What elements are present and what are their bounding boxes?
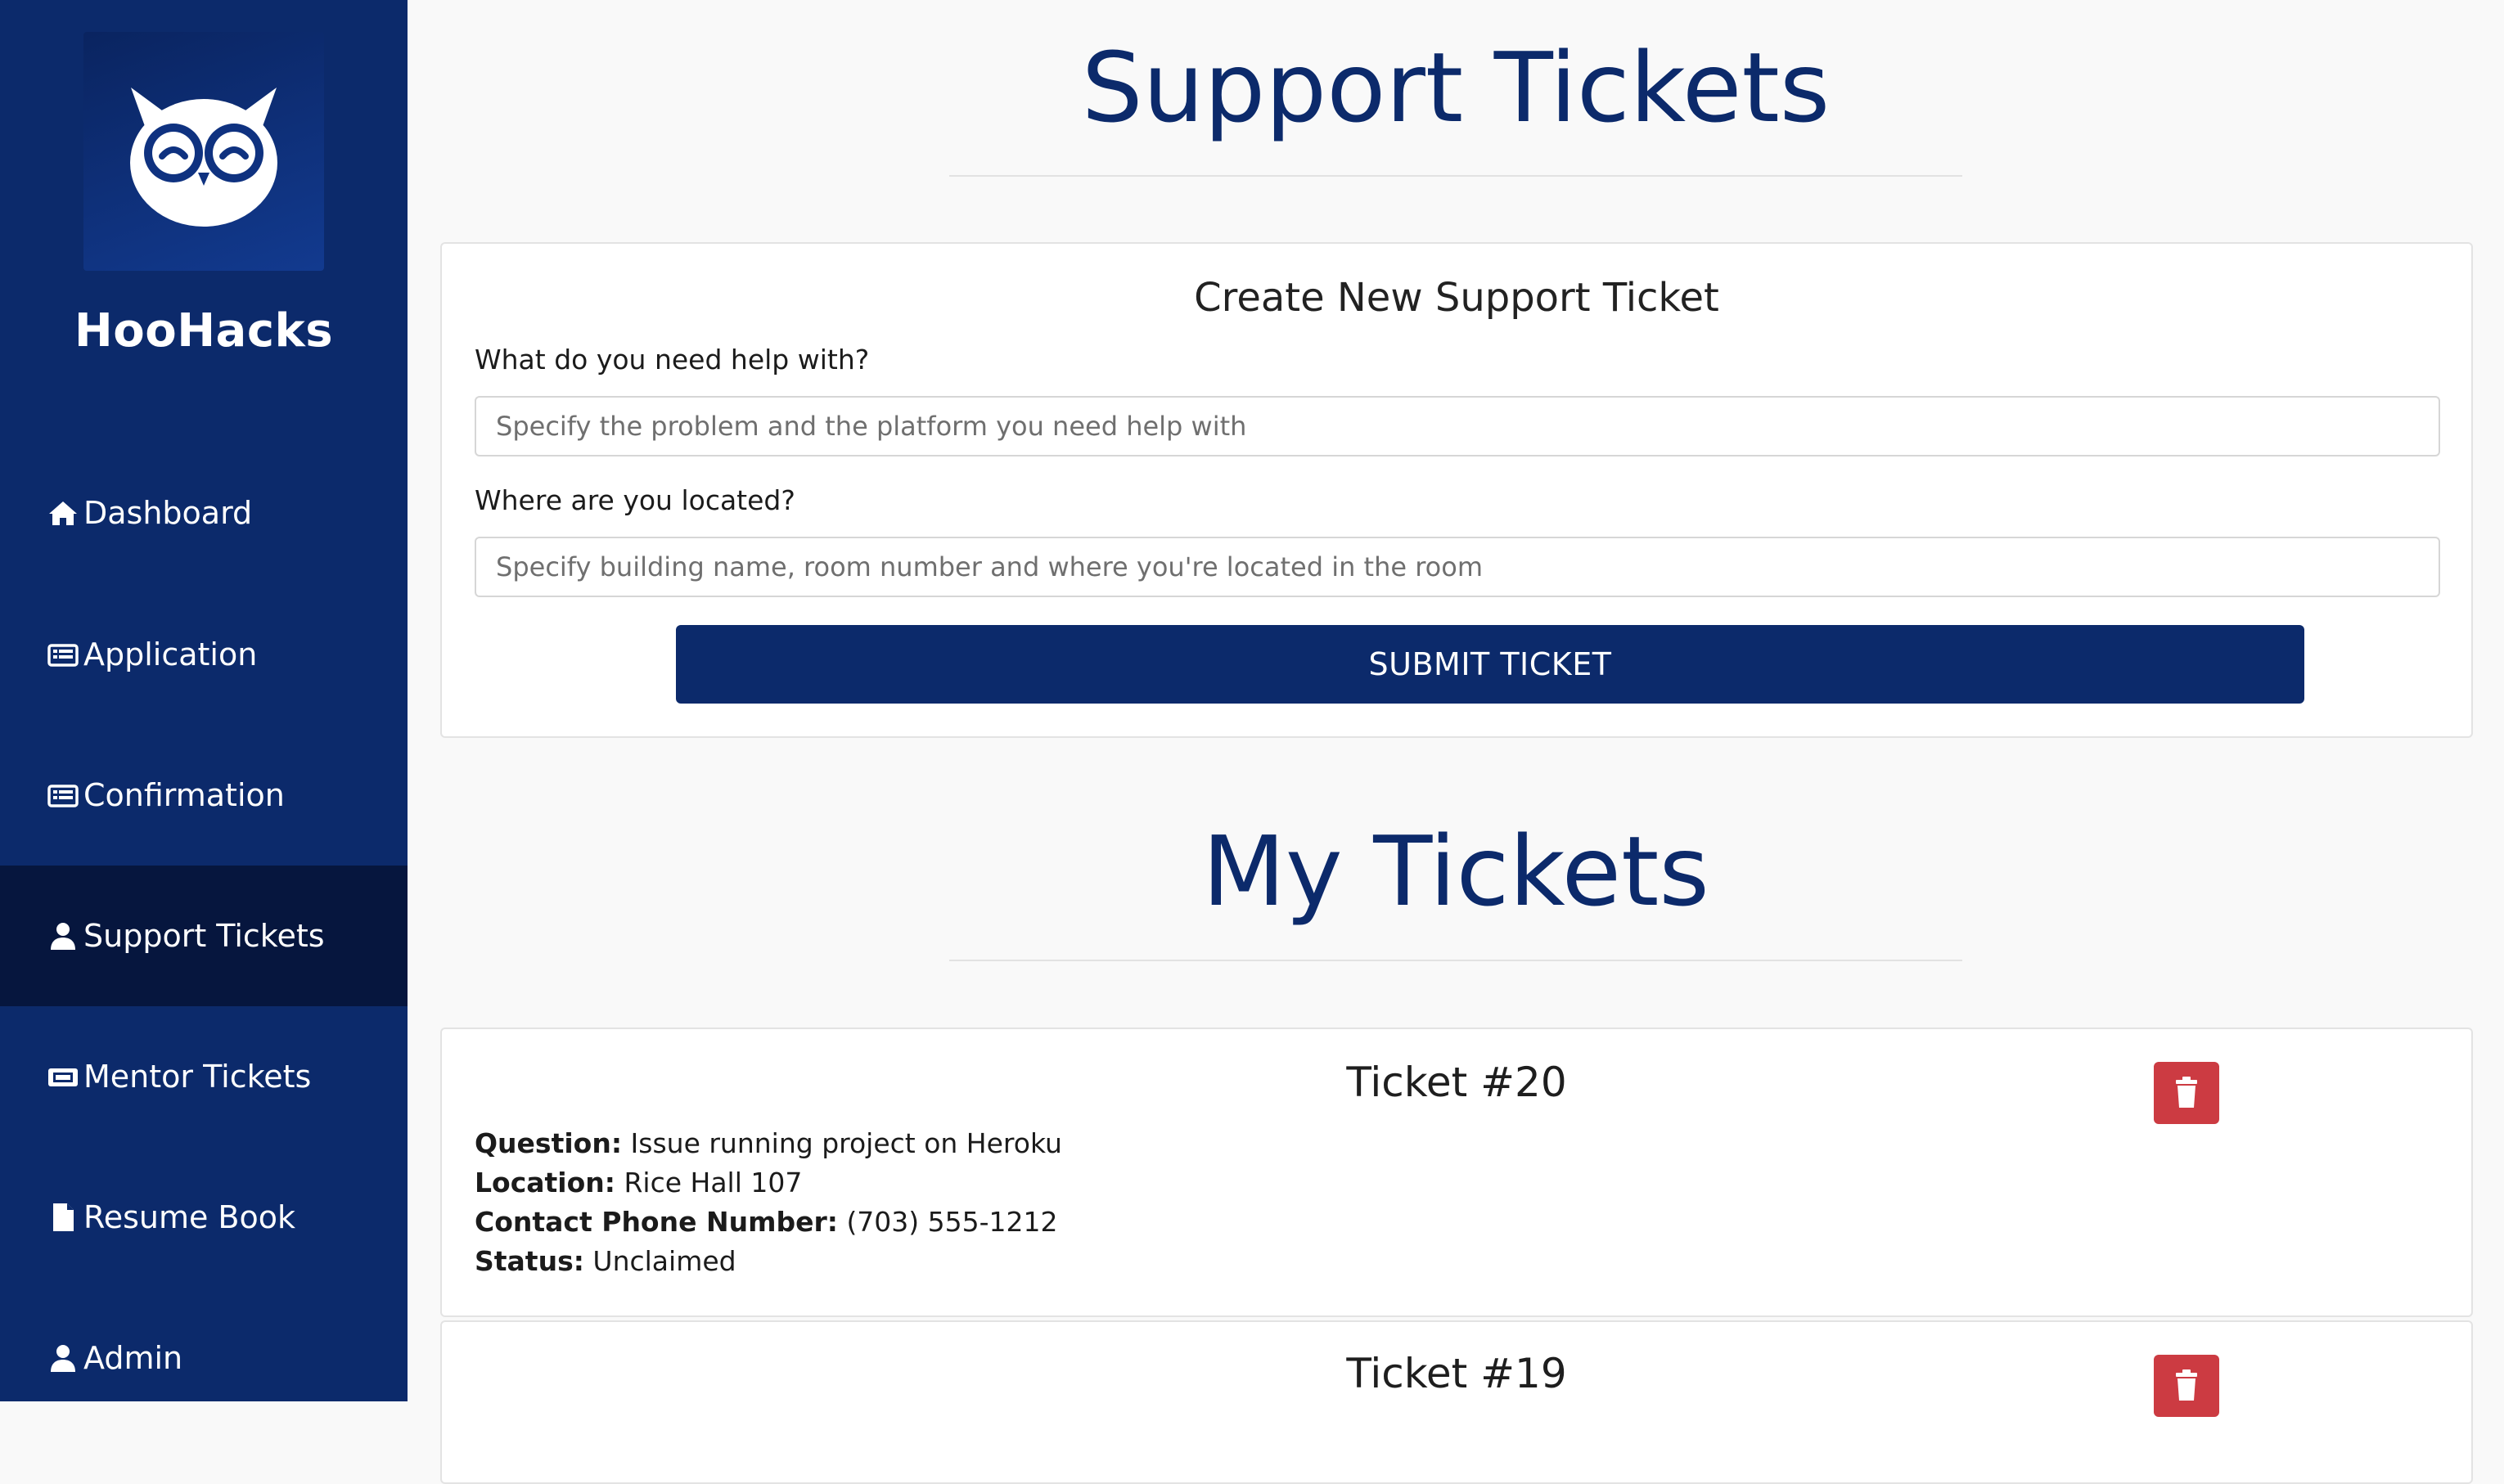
home-icon	[46, 496, 80, 530]
ticket-card: Ticket #20 Question: Issue running proje…	[440, 1028, 2473, 1317]
sidebar-item-admin[interactable]: Admin	[0, 1288, 408, 1428]
create-ticket-title: Create New Support Ticket	[1194, 275, 1719, 321]
brand-name: HooHacks	[74, 304, 334, 358]
user-icon	[46, 919, 80, 953]
heading-divider	[949, 175, 1962, 177]
sidebar-item-resume-book[interactable]: Resume Book	[0, 1147, 408, 1288]
sidebar-item-label: Admin	[83, 1340, 183, 1376]
help-label: What do you need help with?	[475, 344, 870, 375]
sidebar-item-label: Resume Book	[83, 1199, 296, 1235]
my-tickets-heading: My Tickets	[1202, 815, 1709, 928]
trash-icon	[2176, 1369, 2197, 1401]
owl-logo-icon	[130, 88, 277, 227]
sidebar-item-dashboard[interactable]: Dashboard	[0, 443, 408, 583]
heading-divider	[949, 960, 1962, 961]
sidebar-item-confirmation[interactable]: Confirmation	[0, 725, 408, 866]
phone-value: (703) 555-1212	[846, 1206, 1058, 1238]
ticket-phone: Contact Phone Number: (703) 555-1212	[475, 1206, 1058, 1238]
ticket-question: Question: Issue running project on Herok…	[475, 1127, 1062, 1159]
ticket-status: Status: Unclaimed	[475, 1245, 736, 1277]
question-label: Question:	[475, 1127, 623, 1159]
location-label: Location:	[475, 1167, 615, 1198]
ticket-location: Location: Rice Hall 107	[475, 1167, 802, 1198]
user-icon	[46, 1341, 80, 1375]
sidebar-item-mentor-tickets[interactable]: Mentor Tickets	[0, 1006, 408, 1147]
ticket-card: Ticket #19	[440, 1320, 2473, 1484]
status-value: Unclaimed	[592, 1245, 736, 1277]
trash-icon	[2176, 1077, 2197, 1108]
ticket-icon	[46, 1059, 80, 1094]
file-icon	[46, 1200, 80, 1234]
delete-ticket-button[interactable]	[2154, 1355, 2219, 1417]
sidebar-item-label: Support Tickets	[83, 918, 325, 954]
form-icon	[46, 778, 80, 812]
location-label: Where are you located?	[475, 484, 795, 516]
sidebar-item-application[interactable]: Application	[0, 584, 408, 725]
main-content: Support Tickets Create New Support Ticke…	[408, 0, 2504, 1484]
sidebar-item-label: Mentor Tickets	[83, 1059, 312, 1095]
form-icon	[46, 637, 80, 672]
owl-logo	[83, 32, 324, 271]
page-title: Support Tickets	[1081, 31, 1831, 144]
sidebar-item-label: Confirmation	[83, 777, 285, 813]
delete-ticket-button[interactable]	[2154, 1062, 2219, 1124]
question-value: Issue running project on Heroku	[630, 1127, 1062, 1159]
phone-label: Contact Phone Number:	[475, 1206, 838, 1238]
help-input[interactable]	[475, 396, 2440, 456]
sidebar-item-label: Application	[83, 636, 258, 672]
status-label: Status:	[475, 1245, 584, 1277]
sidebar: HooHacks Dashboard Application Confirmat…	[0, 0, 408, 1401]
sidebar-item-label: Dashboard	[83, 495, 253, 531]
location-value: Rice Hall 107	[624, 1167, 803, 1198]
location-input[interactable]	[475, 537, 2440, 597]
sidebar-item-support-tickets[interactable]: Support Tickets	[0, 866, 408, 1006]
submit-ticket-button[interactable]: SUBMIT TICKET	[676, 625, 2304, 704]
create-ticket-card: Create New Support Ticket What do you ne…	[440, 242, 2473, 738]
